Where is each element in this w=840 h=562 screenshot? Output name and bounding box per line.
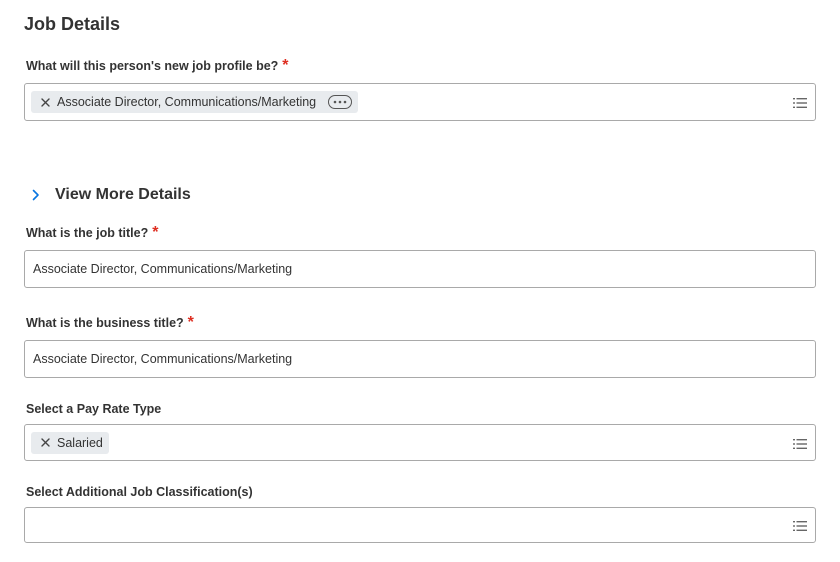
required-indicator: * bbox=[152, 224, 159, 241]
pay-rate-type-selected-value: Salaried bbox=[57, 435, 103, 450]
required-indicator: * bbox=[282, 57, 289, 74]
list-icon[interactable] bbox=[793, 96, 807, 108]
list-icon[interactable] bbox=[793, 437, 807, 449]
job-title-label-text: What is the job title? bbox=[26, 226, 149, 240]
close-icon[interactable] bbox=[39, 96, 51, 108]
job-title-input[interactable]: Associate Director, Communications/Marke… bbox=[24, 250, 816, 288]
business-title-input[interactable]: Associate Director, Communications/Marke… bbox=[24, 340, 816, 378]
required-indicator: * bbox=[187, 314, 194, 331]
chevron-right-icon bbox=[30, 188, 42, 202]
job-title-label: What is the job title? * bbox=[26, 225, 158, 241]
additional-classification-label: Select Additional Job Classification(s) bbox=[26, 485, 253, 499]
close-icon[interactable] bbox=[39, 437, 51, 449]
pay-rate-type-label-text: Select a Pay Rate Type bbox=[26, 402, 162, 416]
list-icon[interactable] bbox=[793, 519, 807, 531]
job-title-value[interactable]: Associate Director, Communications/Marke… bbox=[33, 262, 292, 276]
view-more-details-label: View More Details bbox=[55, 186, 191, 203]
business-title-label: What is the business title? * bbox=[26, 315, 194, 331]
job-profile-label-text: What will this person's new job profile … bbox=[26, 59, 279, 73]
business-title-value[interactable]: Associate Director, Communications/Marke… bbox=[33, 352, 292, 366]
job-profile-prompt[interactable]: Associate Director, Communications/Marke… bbox=[24, 83, 816, 121]
pay-rate-type-pill[interactable]: Salaried bbox=[31, 431, 109, 454]
job-profile-label: What will this person's new job profile … bbox=[26, 58, 289, 74]
view-more-details-toggle[interactable]: View More Details bbox=[30, 186, 191, 204]
job-details-page: Job Details What will this person's new … bbox=[0, 0, 840, 562]
job-profile-pill[interactable]: Associate Director, Communications/Marke… bbox=[31, 91, 359, 113]
job-profile-selected-value: Associate Director, Communications/Marke… bbox=[57, 95, 317, 109]
pay-rate-type-prompt[interactable]: Salaried bbox=[24, 424, 816, 461]
pay-rate-type-label: Select a Pay Rate Type bbox=[26, 402, 161, 416]
business-title-label-text: What is the business title? bbox=[26, 316, 184, 330]
more-horizontal-icon[interactable] bbox=[328, 95, 353, 109]
section-title: Job Details bbox=[24, 14, 121, 34]
additional-classification-label-text: Select Additional Job Classification(s) bbox=[26, 485, 253, 499]
additional-classification-prompt[interactable] bbox=[24, 507, 816, 543]
